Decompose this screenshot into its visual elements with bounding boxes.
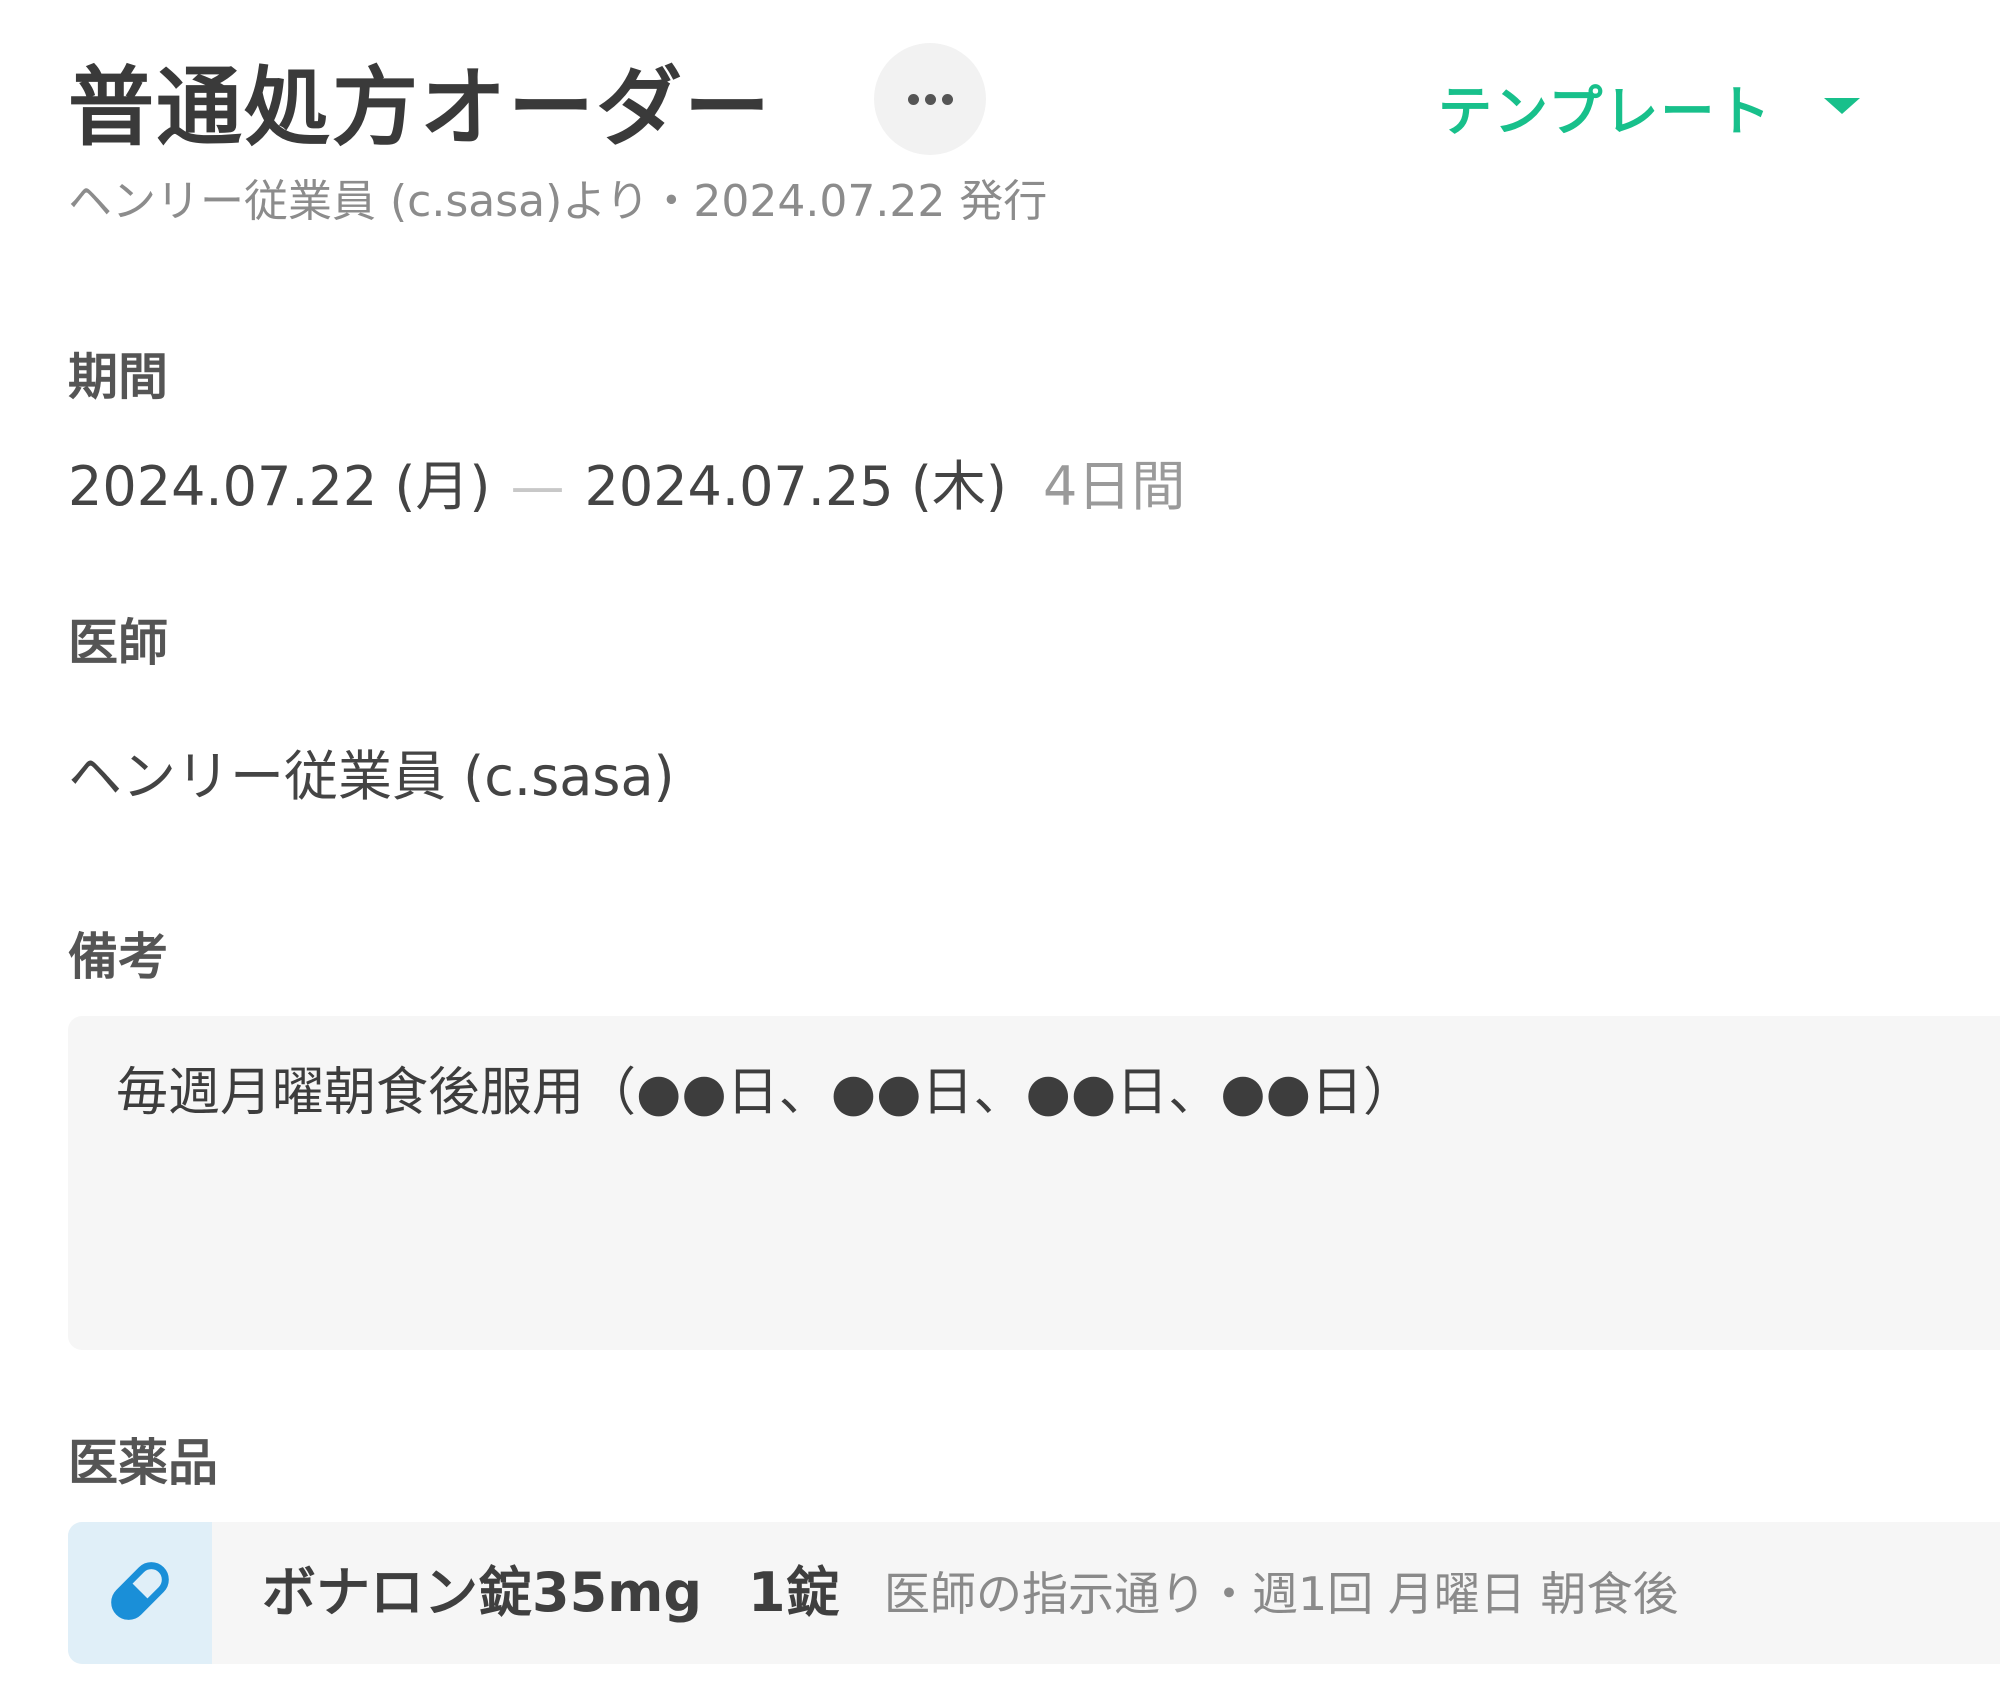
order-header: 普通処方オーダー テンプレート ヘンリー従業員 (c.sasa)より・2024.… bbox=[68, 38, 2000, 238]
period-label: 期間 bbox=[68, 348, 168, 406]
template-label: テンプレート bbox=[1438, 79, 1773, 143]
prescription-order-panel: 普通処方オーダー テンプレート ヘンリー従業員 (c.sasa)より・2024.… bbox=[0, 0, 2000, 1698]
period-end: 2024.07.25 (木) bbox=[584, 455, 1007, 518]
medicine-icon-cell bbox=[68, 1522, 212, 1664]
medicine-instructions: 医師の指示通り・週1回 月曜日 朝食後 bbox=[884, 1567, 1679, 1621]
notes-label: 備考 bbox=[68, 928, 168, 986]
caret-down-icon bbox=[1824, 98, 1861, 114]
doctor-name: ヘンリー従業員 (c.sasa) bbox=[68, 745, 675, 808]
medicine-name: ボナロン錠35mg bbox=[262, 1561, 703, 1624]
more-horizontal-icon bbox=[905, 93, 956, 105]
medicine-item[interactable]: ボナロン錠35mg 1錠 医師の指示通り・週1回 月曜日 朝食後 bbox=[68, 1522, 2000, 1664]
pill-icon bbox=[105, 1556, 175, 1630]
notes-box: 毎週月曜朝食後服用（●●日、●●日、●●日、●●日） bbox=[68, 1016, 2000, 1350]
period-start: 2024.07.22 (月) bbox=[68, 455, 491, 518]
page-title: 普通処方オーダー bbox=[68, 58, 772, 158]
period-separator: — bbox=[510, 455, 565, 518]
notes-text: 毎週月曜朝食後服用（●●日、●●日、●●日、●●日） bbox=[116, 1063, 1415, 1123]
medicine-quantity: 1錠 bbox=[748, 1561, 840, 1624]
period-duration: 4日間 bbox=[1042, 455, 1186, 518]
doctor-label: 医師 bbox=[68, 614, 168, 672]
medicines-label: 医薬品 bbox=[68, 1434, 218, 1492]
template-dropdown-button[interactable]: テンプレート bbox=[1438, 66, 1861, 146]
issued-by-info: ヘンリー従業員 (c.sasa)より・2024.07.22 発行 bbox=[68, 176, 1048, 227]
more-options-button[interactable] bbox=[874, 43, 986, 155]
period-value: 2024.07.22 (月) — 2024.07.25 (木) 4日間 bbox=[68, 452, 1185, 522]
